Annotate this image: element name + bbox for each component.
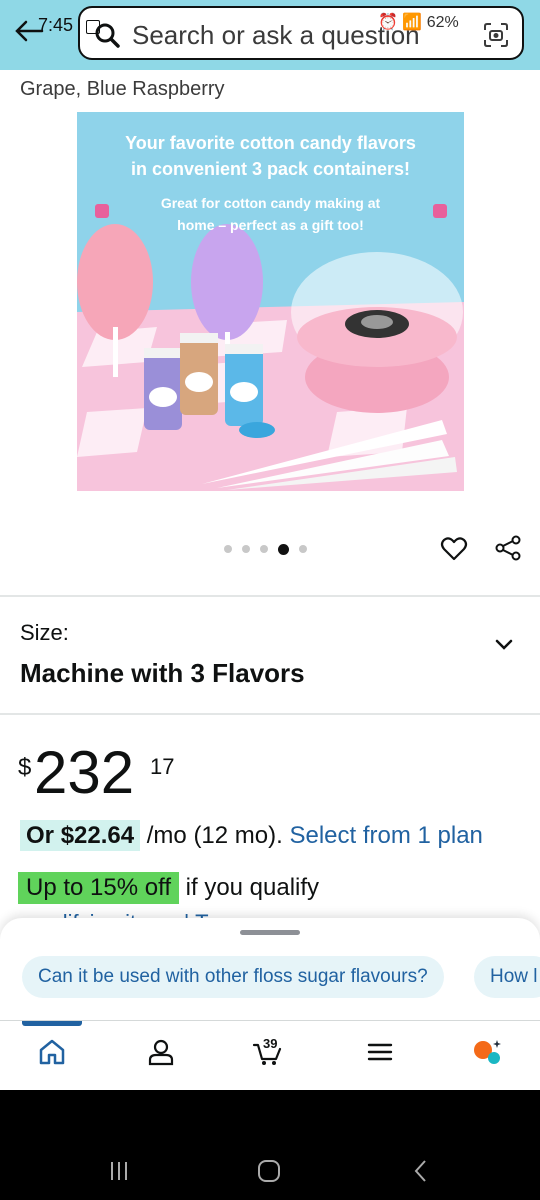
bottom-nav: 39 (0, 1020, 540, 1084)
wifi-icon: 📶 (402, 14, 423, 31)
promo-subline: Great for cotton candy making at home – … (77, 192, 464, 236)
rufus-suggestion-sheet[interactable]: Can it be used with other floss sugar fl… (0, 918, 540, 1020)
rufus-assistant-icon[interactable] (472, 1037, 502, 1067)
home-button-icon[interactable] (256, 1158, 282, 1184)
financing-line: Or $22.64 /mo (12 mo). Select from 1 pla… (20, 820, 483, 851)
carousel-dot[interactable] (299, 545, 307, 553)
promo-line-4: home – perfect as a gift too! (177, 217, 364, 233)
status-time: 7:45 (38, 15, 74, 35)
discount-suffix: if you qualify (178, 874, 320, 901)
nav-active-indicator (22, 1021, 82, 1026)
carousel-dot[interactable] (224, 545, 232, 553)
financing-term: /mo (12 mo). (140, 822, 290, 849)
discount-line: Up to 15% off if you qualify (18, 872, 319, 904)
suggestion-chip[interactable]: Can it be used with other floss sugar fl… (22, 956, 444, 998)
financing-amount: $22.64 (60, 822, 135, 849)
variant-line: Grape, Blue Raspberry (20, 78, 225, 100)
product-image[interactable]: Your favorite cotton candy flavors in co… (77, 112, 464, 491)
size-label: Size: (20, 620, 69, 645)
battery-level: 62% (426, 14, 459, 31)
promo-headline: Your favorite cotton candy flavors in co… (77, 130, 464, 182)
financing-amount-highlight: Or $22.64 (20, 820, 141, 851)
alarm-icon: ⏰ (378, 14, 398, 31)
select-plan-link[interactable]: Select from 1 plan (289, 822, 482, 849)
recent-apps-icon[interactable] (106, 1158, 132, 1184)
price-fraction: 17 (150, 754, 175, 779)
price-symbol: $ (18, 754, 32, 781)
carousel-dot[interactable] (242, 545, 250, 553)
promo-line-1: Your favorite cotton candy flavors (125, 133, 416, 153)
camera-scan-icon[interactable] (482, 21, 510, 49)
promo-line-3: Great for cotton candy making at (160, 195, 381, 211)
size-value: Machine with 3 Flavors (20, 658, 305, 688)
promo-line-2: in convenient 3 pack containers! (130, 159, 411, 179)
carousel-dot[interactable] (260, 545, 268, 553)
search-input[interactable]: Search or ask a question (132, 20, 420, 51)
sheet-drag-handle[interactable] (240, 930, 300, 935)
home-icon[interactable] (37, 1037, 67, 1067)
account-icon[interactable] (146, 1037, 176, 1067)
discount-badge: Up to 15% off (18, 872, 179, 904)
financing-prefix: Or (26, 822, 61, 849)
top-header: 7:45 Search or ask a question ⏰ 📶 62% (0, 0, 540, 70)
divider (0, 595, 540, 597)
chevron-down-icon[interactable] (492, 634, 516, 654)
price-whole: 232 (34, 739, 135, 806)
status-indicators: ⏰ 📶 62% (378, 12, 459, 32)
menu-icon[interactable] (365, 1037, 395, 1067)
back-button-icon[interactable] (408, 1158, 434, 1184)
carousel-dots[interactable] (224, 542, 307, 556)
suggestion-chip[interactable]: How l (474, 956, 540, 998)
cart-count: 39 (263, 1036, 278, 1051)
heart-icon[interactable] (440, 535, 468, 563)
share-icon[interactable] (494, 534, 522, 562)
carousel-dot-active[interactable] (278, 543, 289, 555)
divider (0, 713, 540, 715)
sim-card-icon (86, 20, 100, 34)
